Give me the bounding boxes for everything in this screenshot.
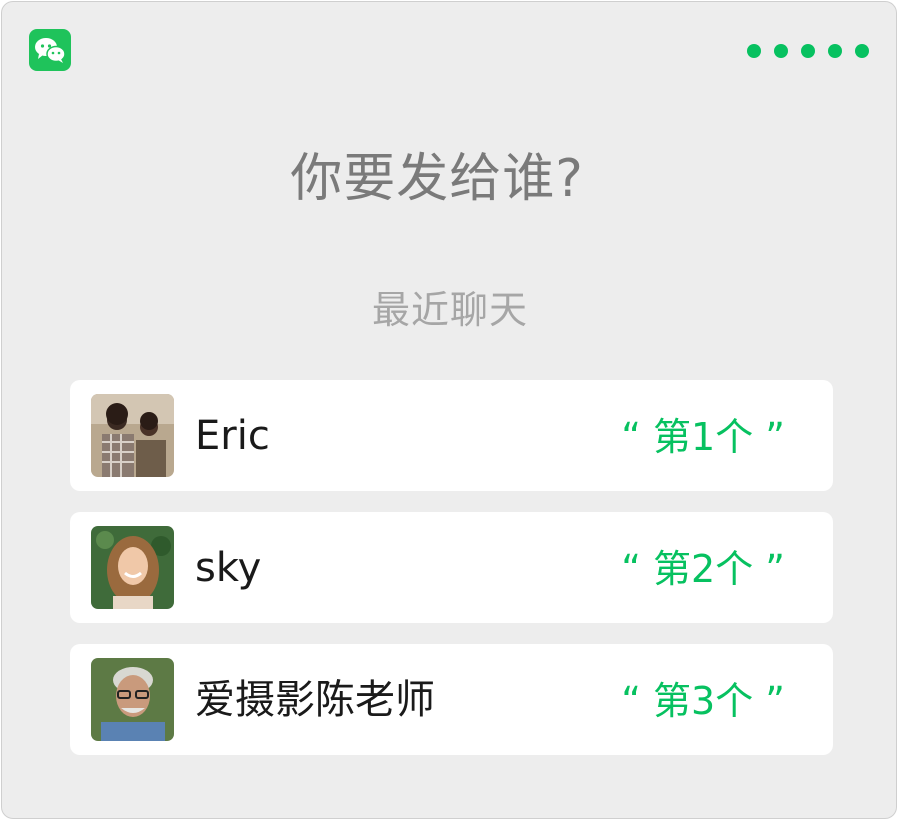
dot-icon (828, 44, 842, 58)
contact-name: Eric (195, 413, 270, 459)
contact-name: 爱摄影陈老师 (195, 677, 435, 723)
contact-order-label: “ 第3个 ” (621, 679, 785, 723)
wechat-icon (29, 29, 71, 71)
contact-row-photography-teacher-chen[interactable]: 爱摄影陈老师 “ 第3个 ” (70, 644, 833, 755)
contact-row-eric[interactable]: Eric “ 第1个 ” (70, 380, 833, 491)
woman-portrait-avatar (91, 526, 174, 609)
share-dialog: 你要发给谁? 最近聊天 Eric “ 第1个 ” sky “ 第2个 ” 爱摄影… (1, 1, 897, 819)
man-with-glasses-avatar (91, 658, 174, 741)
dot-icon (747, 44, 761, 58)
recent-chat-list: Eric “ 第1个 ” sky “ 第2个 ” 爱摄影陈老师 “ 第3个 ” (70, 380, 833, 776)
dot-icon (801, 44, 815, 58)
contact-order-label: “ 第2个 ” (621, 547, 785, 591)
section-title-recent-chats: 最近聊天 (371, 288, 528, 332)
contact-name: sky (195, 545, 262, 591)
page-title: 你要发给谁? (290, 149, 584, 209)
group-photo-avatar (91, 394, 174, 477)
contact-order-label: “ 第1个 ” (621, 415, 785, 459)
dot-icon (774, 44, 788, 58)
more-dots-icon[interactable] (747, 44, 869, 58)
dot-icon (855, 44, 869, 58)
contact-row-sky[interactable]: sky “ 第2个 ” (70, 512, 833, 623)
